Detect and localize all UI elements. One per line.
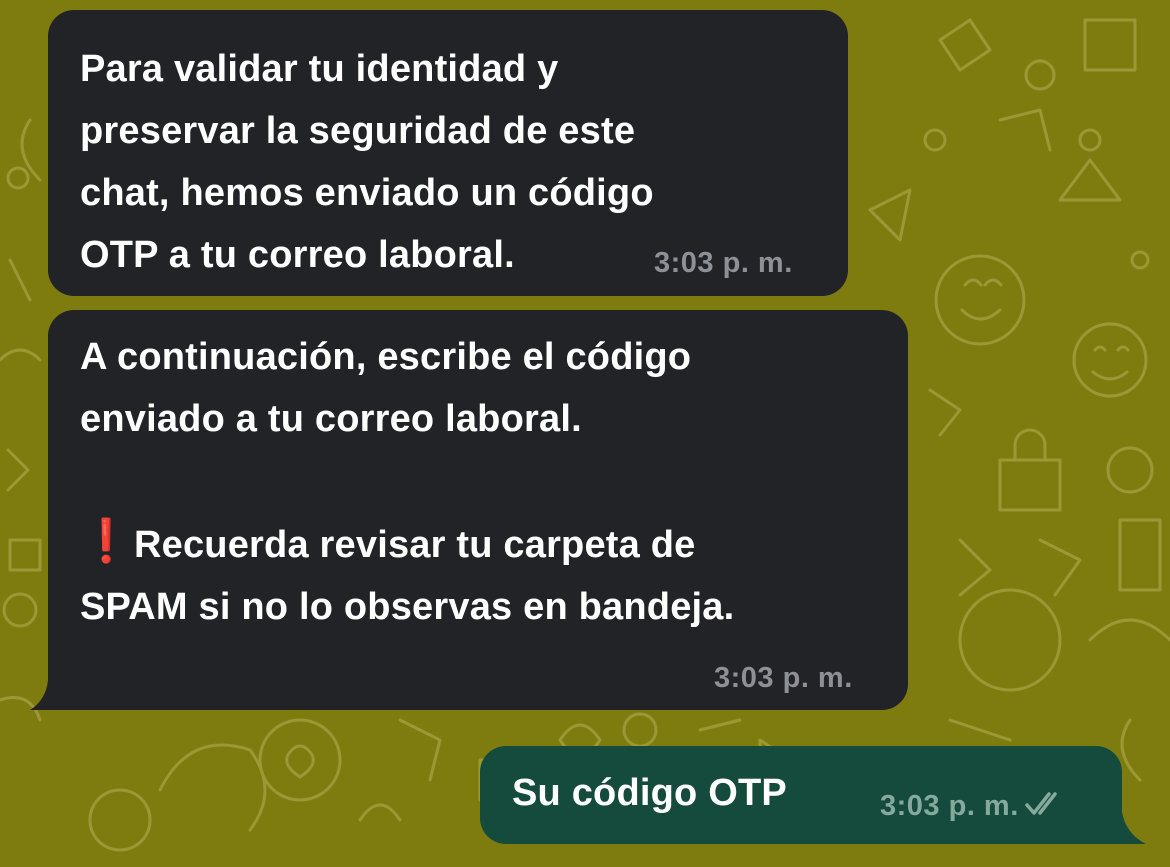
message-timestamp: 3:03 p. m. [880, 790, 1019, 822]
double-check-icon [1025, 792, 1057, 816]
alert-text: Recuerda revisar tu carpeta de SPAM si n… [80, 524, 735, 628]
outgoing-bubble-tail [1122, 812, 1146, 844]
outgoing-message-bubble[interactable]: Su código OTP 3:03 p. m. [480, 746, 1122, 844]
alert-line: ❗Recuerda revisar tu carpeta de SPAM si … [80, 512, 876, 638]
incoming-bubble-tail [30, 680, 48, 710]
message-text: A continuación, escribe el código enviad… [80, 336, 692, 440]
incoming-message-bubble[interactable]: A continuación, escribe el código enviad… [48, 310, 908, 710]
incoming-message-bubble[interactable]: Para validar tu identidad y preservar la… [48, 10, 848, 296]
exclamation-mark-icon: ❗ [80, 517, 133, 564]
message-timestamp: 3:03 p. m. [714, 662, 853, 694]
message-timestamp-row: 3:03 p. m. [880, 790, 1065, 823]
message-timestamp: 3:03 p. m. [654, 247, 793, 279]
